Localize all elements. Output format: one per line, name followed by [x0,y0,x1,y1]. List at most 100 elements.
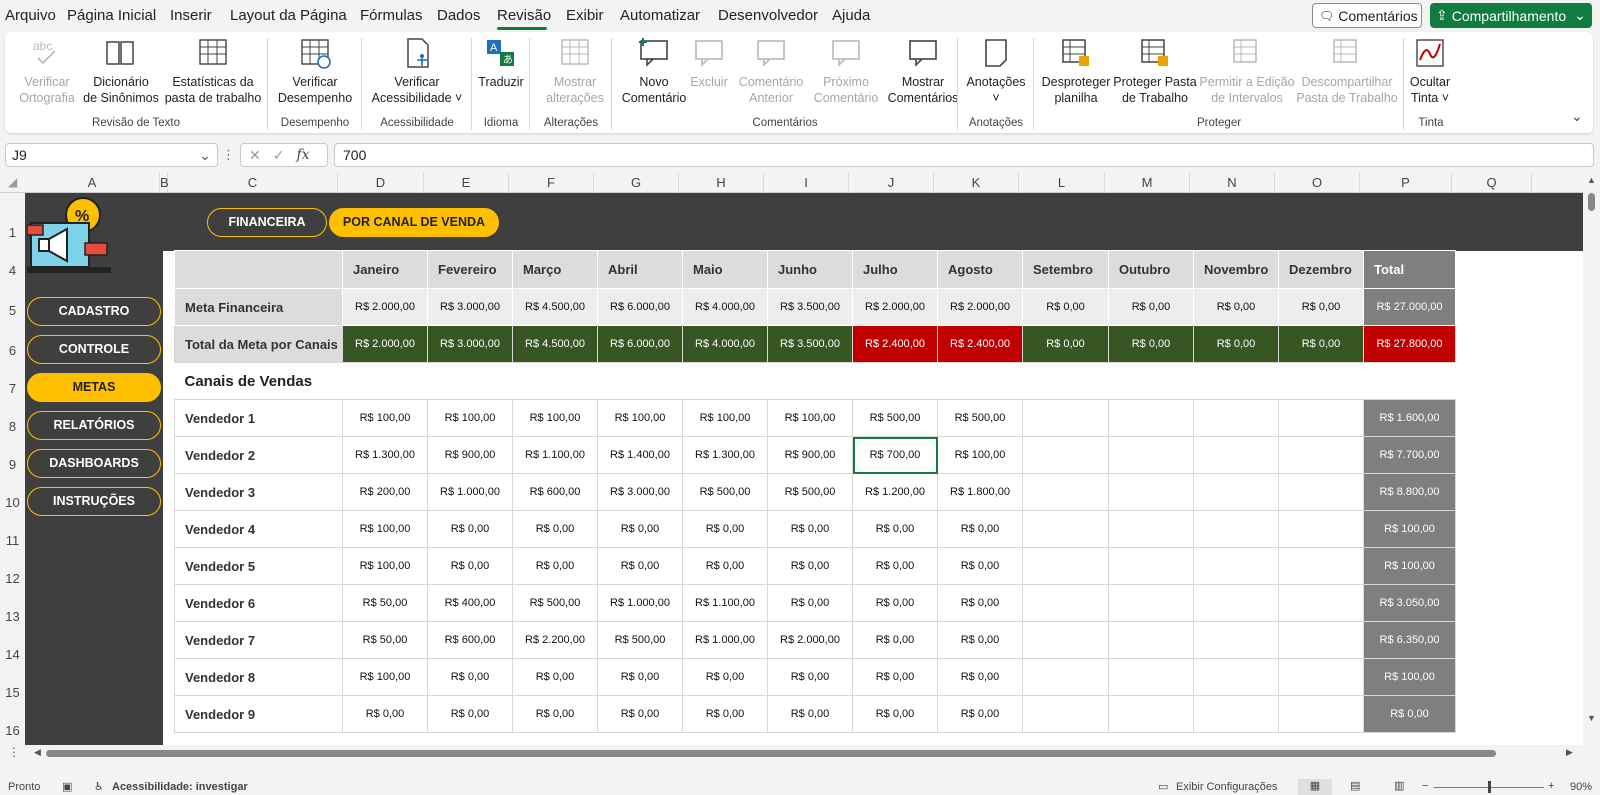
month-header[interactable]: Dezembro [1278,250,1364,289]
month-header[interactable]: Novembro [1193,250,1279,289]
seller-cell[interactable]: R$ 0,00 [852,510,938,548]
canais-cell[interactable]: R$ 2.400,00 [937,325,1023,363]
cancel-icon[interactable]: ✕ [249,147,261,164]
ribbon-button-unprotect-sheet[interactable]: Desproteger planilha [1039,36,1113,106]
month-header[interactable]: Janeiro [342,250,428,289]
nav-metas[interactable]: METAS [27,373,161,402]
seller-cell[interactable]: R$ 2.200,00 [512,621,598,659]
canais-cell[interactable]: R$ 0,00 [1193,325,1279,363]
seller-name[interactable]: Vendedor 3 [174,473,343,511]
seller-cell[interactable] [1022,436,1109,474]
seller-cell[interactable]: R$ 1.400,00 [597,436,683,474]
scroll-up-icon[interactable]: ▲ [1587,175,1596,185]
seller-cell[interactable]: R$ 0,00 [937,695,1023,733]
display-settings-button[interactable]: Exibir Configurações [1176,781,1278,793]
tab-dados[interactable]: Dados [437,7,480,24]
column-header-Q[interactable]: Q [1452,173,1532,193]
seller-cell[interactable]: R$ 500,00 [512,584,598,622]
seller-cell[interactable]: R$ 2.000,00 [767,621,853,659]
canais-cell[interactable]: R$ 4.500,00 [512,325,598,363]
more-icon[interactable]: ⋮ [222,147,235,163]
month-header[interactable]: Fevereiro [427,250,513,289]
month-header[interactable]: Setembro [1022,250,1109,289]
seller-cell[interactable]: R$ 0,00 [682,510,768,548]
scroll-down-icon[interactable]: ▼ [1587,713,1596,723]
page-layout-icon[interactable]: ▤ [1350,779,1360,792]
seller-cell[interactable]: R$ 500,00 [767,473,853,511]
seller-cell[interactable]: R$ 900,00 [767,436,853,474]
meta-cell[interactable]: R$ 3.500,00 [767,288,853,326]
seller-cell[interactable] [1193,547,1279,585]
row-header-10[interactable]: 10 [0,495,25,510]
column-header-E[interactable]: E [424,173,509,193]
tab-arquivo[interactable]: Arquivo [5,7,56,24]
top-nav-por-canal-de-venda[interactable]: POR CANAL DE VENDA [329,208,499,237]
meta-cell[interactable]: R$ 4.500,00 [512,288,598,326]
scroll-right-icon[interactable]: ▶ [1566,747,1573,758]
row-header-8[interactable]: 8 [0,419,25,434]
seller-cell[interactable]: R$ 0,00 [512,695,598,733]
seller-cell[interactable]: R$ 50,00 [342,621,428,659]
seller-cell[interactable] [1022,510,1109,548]
tab-desenvolvedor[interactable]: Desenvolvedor [718,7,818,24]
seller-cell[interactable]: R$ 100,00 [597,399,683,437]
canais-cell[interactable]: R$ 0,00 [1022,325,1109,363]
month-header[interactable]: Junho [767,250,853,289]
canais-cell[interactable]: R$ 0,00 [1108,325,1194,363]
seller-cell[interactable]: R$ 100,00 [342,399,428,437]
meta-cell[interactable]: R$ 3.000,00 [427,288,513,326]
seller-cell[interactable]: R$ 0,00 [342,695,428,733]
normal-view-icon[interactable]: ▦ [1298,779,1332,795]
seller-cell[interactable]: R$ 3.000,00 [597,473,683,511]
seller-cell[interactable] [1108,399,1194,437]
tab-f-rmulas[interactable]: Fórmulas [360,7,423,24]
seller-cell[interactable]: R$ 600,00 [512,473,598,511]
seller-cell[interactable] [1022,695,1109,733]
seller-cell[interactable] [1193,436,1279,474]
seller-cell[interactable] [1022,399,1109,437]
tab-p-gina-inicial[interactable]: Página Inicial [67,7,156,24]
collapse-ribbon-icon[interactable]: ⌄ [1571,108,1583,125]
row-header-15[interactable]: 15 [0,685,25,700]
seller-total-cell[interactable]: R$ 100,00 [1363,547,1456,585]
seller-name[interactable]: Vendedor 5 [174,547,343,585]
column-header-B[interactable]: B [160,173,169,193]
tab-inserir[interactable]: Inserir [170,7,212,24]
meta-cell[interactable]: R$ 2.000,00 [342,288,428,326]
column-header-P[interactable]: P [1360,173,1452,193]
ribbon-button-show-comments[interactable]: Mostrar Comentários [883,36,963,106]
seller-cell[interactable] [1022,584,1109,622]
row-header-16[interactable]: 16 [0,723,25,738]
page-break-icon[interactable]: ▥ [1394,779,1404,792]
insert-function-icon[interactable]: fx [296,147,309,163]
seller-cell[interactable]: R$ 100,00 [342,658,428,696]
seller-total-cell[interactable]: R$ 8.800,00 [1363,473,1456,511]
macro-icon[interactable]: ▣ [62,780,72,793]
row-header-4[interactable]: 4 [0,263,25,278]
seller-cell[interactable]: R$ 500,00 [852,399,938,437]
canais-cell[interactable]: R$ 3.500,00 [767,325,853,363]
seller-name[interactable]: Vendedor 2 [174,436,343,474]
top-nav-financeira[interactable]: FINANCEIRA [207,208,327,237]
seller-total-cell[interactable]: R$ 6.350,00 [1363,621,1456,659]
canais-cell[interactable]: R$ 0,00 [1278,325,1364,363]
month-header[interactable]: Março [512,250,598,289]
seller-cell[interactable]: R$ 0,00 [512,547,598,585]
seller-cell[interactable] [1108,547,1194,585]
ribbon-button-thesaurus[interactable]: Dicionário de Sinônimos [81,36,161,106]
column-header-H[interactable]: H [679,173,764,193]
ribbon-button-new-comment[interactable]: Novo Comentário [619,36,689,106]
seller-cell[interactable]: R$ 0,00 [937,547,1023,585]
seller-cell[interactable]: R$ 0,00 [767,584,853,622]
comments-button[interactable]: 🗨 Comentários [1312,3,1422,28]
section-title[interactable]: Canais de Vendas [174,362,1456,400]
seller-cell[interactable]: R$ 50,00 [342,584,428,622]
seller-total-cell[interactable]: R$ 7.700,00 [1363,436,1456,474]
seller-cell[interactable]: R$ 1.100,00 [682,584,768,622]
seller-cell[interactable] [1278,473,1364,511]
seller-cell[interactable]: R$ 100,00 [767,399,853,437]
seller-cell[interactable]: R$ 0,00 [597,510,683,548]
seller-cell[interactable]: R$ 500,00 [682,473,768,511]
seller-cell[interactable]: R$ 0,00 [682,547,768,585]
seller-cell[interactable] [1022,547,1109,585]
